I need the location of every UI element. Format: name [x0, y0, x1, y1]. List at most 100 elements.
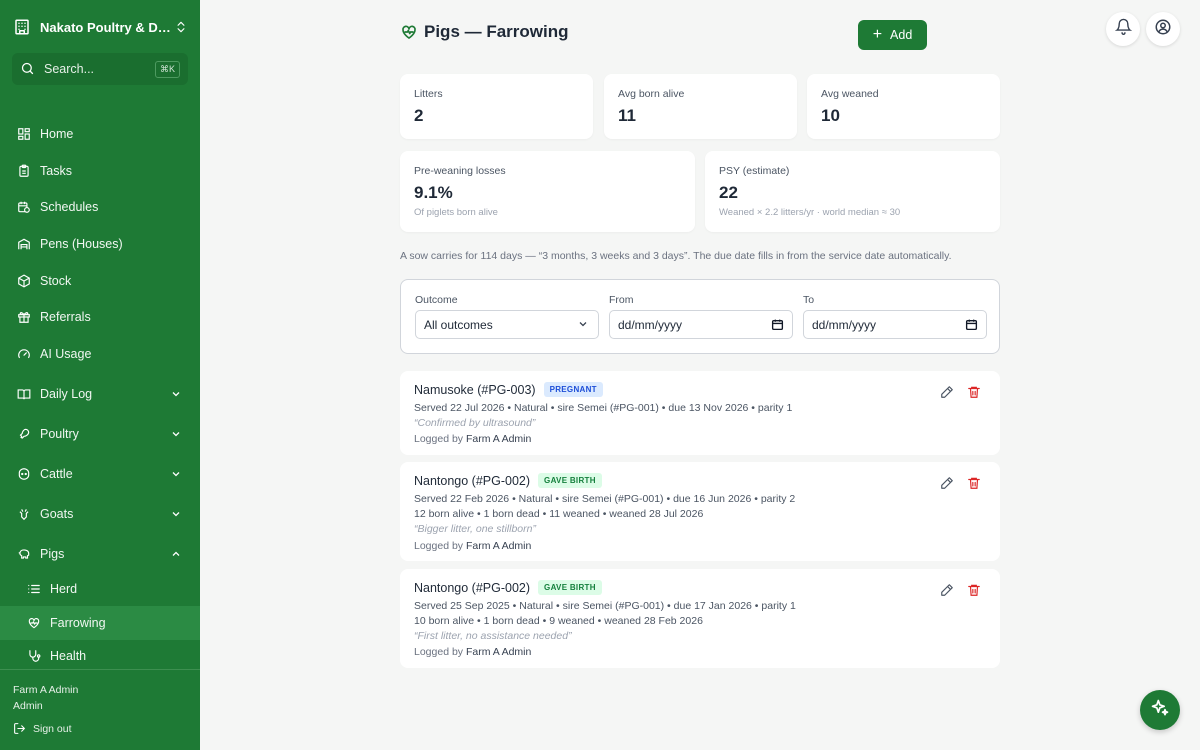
sidebar-item-stock[interactable]: Stock — [0, 264, 200, 298]
to-date-value: dd/mm/yyyy — [812, 317, 877, 332]
stat-card-pre-weaning: Pre-weaning losses 9.1% Of piglets born … — [400, 151, 695, 232]
search-placeholder: Search... — [44, 62, 95, 76]
stat-subtext: Weaned × 2.2 litters/yr · world median ≈… — [719, 207, 901, 218]
record-title: Nantongo (#PG-002) GAVE BIRTH — [414, 580, 602, 595]
trash-icon[interactable] — [967, 583, 983, 599]
org-switcher[interactable]: Nakato Poultry & Da... — [12, 14, 188, 40]
page-title: Pigs — Farrowing — [400, 22, 569, 42]
edit-icon[interactable] — [940, 385, 956, 401]
stat-value: 2 — [414, 106, 424, 125]
sidebar-item-daily-log[interactable]: Daily Log — [0, 377, 200, 411]
stat-subtext: Of piglets born alive — [414, 207, 498, 218]
outcome-select[interactable]: All outcomes — [415, 310, 599, 339]
stat-card-avg-weaned: Avg weaned 10 — [807, 74, 1000, 139]
record-title: Nantongo (#PG-002) GAVE BIRTH — [414, 473, 602, 488]
sign-out-button[interactable]: Sign out — [13, 722, 72, 736]
farrowing-record: Namusoke (#PG-003) PREGNANT Served 22 Ju… — [400, 371, 1000, 455]
sidebar-item-label: Tasks — [40, 164, 72, 178]
record-note: “First litter, no assistance needed” — [414, 630, 572, 642]
logged-by: Logged by Farm A Admin — [414, 433, 532, 445]
logged-by: Logged by Farm A Admin — [414, 540, 532, 552]
gauge-icon — [16, 346, 32, 362]
add-button[interactable]: + Add — [858, 20, 927, 50]
box-icon — [16, 273, 32, 289]
trash-icon[interactable] — [967, 476, 983, 492]
sidebar-item-label: Goats — [40, 507, 74, 521]
sidebar-item-label: Stock — [40, 274, 72, 288]
edit-icon[interactable] — [940, 476, 956, 492]
drumstick-icon — [16, 426, 32, 442]
sidebar-item-referrals[interactable]: Referrals — [0, 300, 200, 334]
chevron-down-icon — [170, 468, 182, 480]
litter-details: 12 born alive • 1 born dead • 11 weaned … — [414, 508, 704, 520]
account-button[interactable] — [1146, 12, 1180, 46]
warehouse-icon — [16, 236, 32, 252]
to-date-input[interactable]: dd/mm/yyyy — [803, 310, 987, 339]
sidebar-item-label: Daily Log — [40, 387, 93, 401]
goat-icon — [16, 506, 32, 522]
chevron-down-icon — [170, 508, 182, 520]
stat-label: Avg born alive — [618, 88, 685, 100]
stat-label: Litters — [414, 88, 443, 100]
cattle-icon — [16, 466, 32, 482]
sidebar-item-herd[interactable]: Herd — [0, 572, 200, 606]
outcome-value: All outcomes — [424, 317, 493, 332]
record-note: “Bigger litter, one stillborn” — [414, 523, 536, 535]
sidebar-item-poultry[interactable]: Poultry — [0, 417, 200, 451]
sidebar-item-goats[interactable]: Goats — [0, 497, 200, 531]
sidebar-item-label: Pens (Houses) — [40, 237, 123, 251]
sidebar-divider — [0, 669, 200, 670]
building-icon — [12, 17, 32, 37]
sidebar-item-home[interactable]: Home — [0, 117, 200, 151]
sidebar-item-label: Poultry — [40, 427, 79, 441]
sidebar-item-schedules[interactable]: Schedules — [0, 190, 200, 224]
calendar-clock-icon — [16, 199, 32, 215]
sidebar-item-label: Referrals — [40, 310, 91, 324]
plus-icon: + — [872, 26, 883, 43]
sidebar-item-pigs[interactable]: Pigs — [0, 537, 200, 571]
edit-icon[interactable] — [940, 583, 956, 599]
calendar-icon[interactable] — [965, 318, 978, 331]
stat-value: 22 — [719, 183, 738, 202]
notifications-button[interactable] — [1106, 12, 1140, 46]
sidebar-item-cattle[interactable]: Cattle — [0, 457, 200, 491]
chevron-up-down-icon — [174, 20, 188, 34]
sidebar-item-label: Home — [40, 127, 74, 141]
logged-by: Logged by Farm A Admin — [414, 646, 532, 658]
sidebar-item-label: Pigs — [40, 547, 65, 561]
sidebar-item-ai-usage[interactable]: AI Usage — [0, 337, 200, 371]
sow-name: Nantongo (#PG-002) — [414, 473, 531, 488]
sidebar-item-label: Farrowing — [50, 616, 106, 630]
sidebar-item-tasks[interactable]: Tasks — [0, 154, 200, 188]
sidebar-item-health[interactable]: Health — [0, 639, 200, 673]
piggy-bank-icon — [16, 546, 32, 562]
chevron-down-icon — [170, 388, 182, 400]
from-date-input[interactable]: dd/mm/yyyy — [609, 310, 793, 339]
from-label: From — [609, 294, 634, 306]
user-name: Farm A Admin — [13, 684, 79, 696]
farrowing-record: Nantongo (#PG-002) GAVE BIRTH Served 25 … — [400, 569, 1000, 668]
sparkles-icon — [1150, 698, 1170, 723]
sidebar-item-pens[interactable]: Pens (Houses) — [0, 227, 200, 261]
stat-label: Pre-weaning losses — [414, 165, 506, 177]
sow-name: Nantongo (#PG-002) — [414, 580, 531, 595]
stat-label: PSY (estimate) — [719, 165, 790, 177]
sign-out-label: Sign out — [33, 723, 72, 735]
heart-pulse-icon — [26, 615, 42, 631]
filters-panel: Outcome All outcomes From dd/mm/yyyy To … — [400, 279, 1000, 354]
search-box[interactable]: Search... ⌘K — [12, 53, 188, 85]
ai-assistant-button[interactable] — [1140, 690, 1180, 730]
sidebar-item-label: Schedules — [40, 200, 99, 214]
sidebar-item-farrowing[interactable]: Farrowing — [0, 606, 200, 640]
calendar-icon[interactable] — [771, 318, 784, 331]
stat-card-avg-born-alive: Avg born alive 11 — [604, 74, 797, 139]
sidebar-item-label: Herd — [50, 582, 78, 596]
from-date-value: dd/mm/yyyy — [618, 317, 683, 332]
trash-icon[interactable] — [967, 385, 983, 401]
stat-value: 10 — [821, 106, 840, 125]
status-badge: PREGNANT — [543, 382, 603, 397]
chevron-up-icon — [170, 548, 182, 560]
chevron-down-icon — [170, 428, 182, 440]
clipboard-icon — [16, 163, 32, 179]
status-badge: GAVE BIRTH — [538, 473, 602, 488]
